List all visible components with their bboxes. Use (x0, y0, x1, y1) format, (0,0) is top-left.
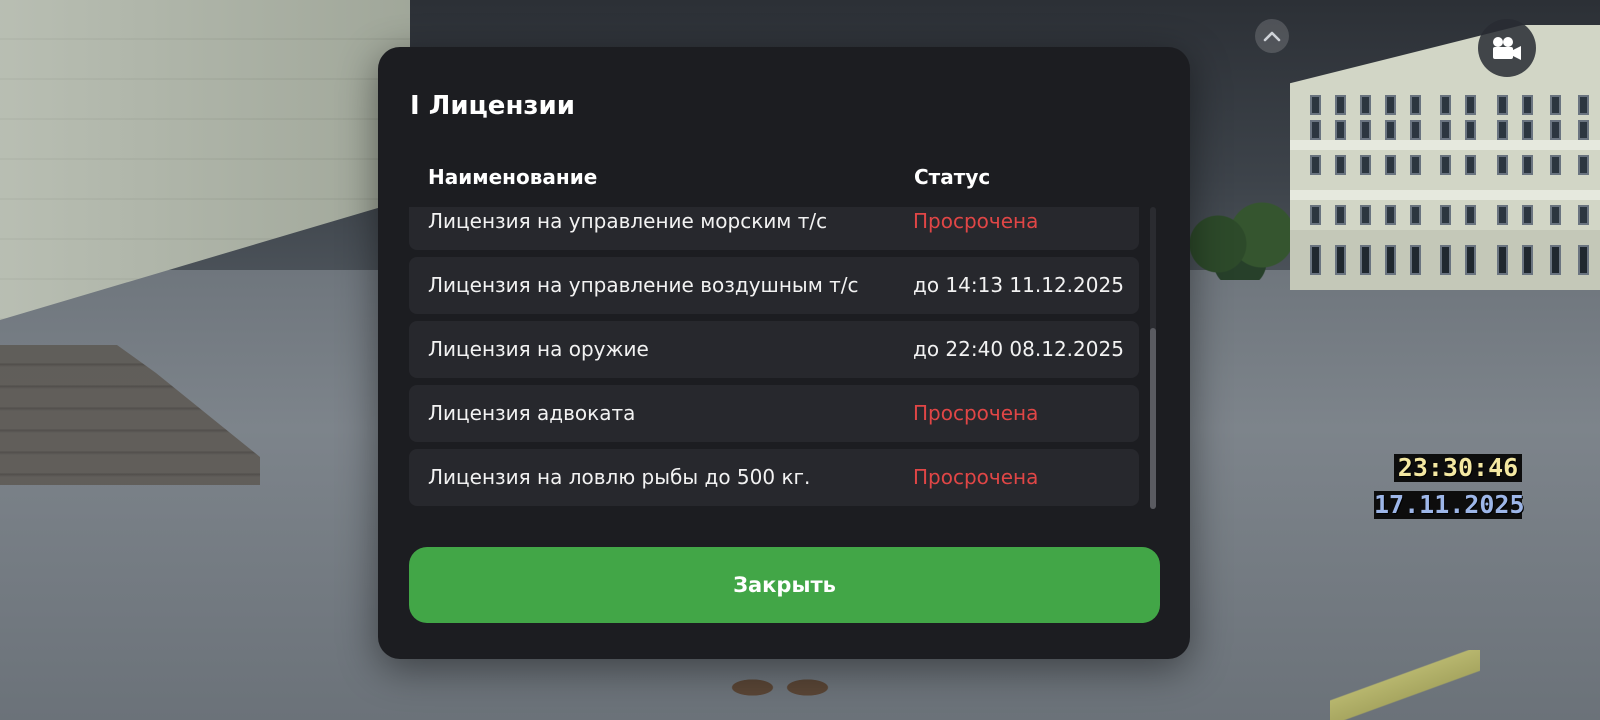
building-window (1497, 155, 1508, 175)
close-button[interactable]: Закрыть (409, 547, 1160, 623)
building-window (1465, 120, 1476, 140)
building-window (1385, 120, 1396, 140)
building-window (1578, 120, 1589, 140)
video-camera-icon (1493, 37, 1521, 60)
building-window (1410, 205, 1421, 225)
player-character-feet (725, 655, 835, 720)
building-window (1410, 120, 1421, 140)
licenses-dialog: I Лицензии Наименование Статус Лицензия … (378, 47, 1190, 659)
licenses-list[interactable]: Лицензия на управление морским т/с Проср… (409, 207, 1139, 509)
license-status: до 14:13 11.12.2025 (913, 273, 1124, 297)
chevron-up-icon (1263, 31, 1281, 42)
building-window (1578, 205, 1589, 225)
building-window (1360, 205, 1371, 225)
building-window (1385, 205, 1396, 225)
game-clock-date: 17.11.2025 (1374, 490, 1525, 519)
column-header-status: Статус (914, 165, 991, 189)
building-window (1385, 245, 1396, 275)
building-window (1440, 245, 1451, 275)
building-window (1497, 205, 1508, 225)
building-window (1550, 120, 1561, 140)
building-window (1550, 245, 1561, 275)
building-window (1335, 120, 1346, 140)
scrollbar-thumb[interactable] (1150, 328, 1156, 509)
camera-mode-button[interactable] (1478, 19, 1536, 77)
license-name: Лицензия адвоката (428, 401, 636, 425)
building-window (1497, 120, 1508, 140)
building-window (1360, 95, 1371, 115)
license-row: Лицензия на ловлю рыбы до 500 кг. Просро… (409, 449, 1139, 506)
building-window (1335, 155, 1346, 175)
building-window (1522, 120, 1533, 140)
license-name: Лицензия на управление морским т/с (428, 209, 828, 233)
game-clock-time: 23:30:46 (1394, 454, 1522, 482)
license-row: Лицензия на управление морским т/с Проср… (409, 207, 1139, 250)
column-header-name: Наименование (428, 165, 598, 189)
building-window (1310, 95, 1321, 115)
building-window (1522, 95, 1533, 115)
building-window (1410, 245, 1421, 275)
license-status: Просрочена (913, 401, 1039, 425)
license-name: Лицензия на оружие (428, 337, 649, 361)
building-window (1310, 245, 1321, 275)
building-window (1385, 155, 1396, 175)
building-window (1440, 120, 1451, 140)
building-cornice (1290, 140, 1600, 150)
dialog-title: I Лицензии (410, 91, 575, 121)
building-window (1410, 155, 1421, 175)
building-window (1440, 155, 1451, 175)
license-name: Лицензия на ловлю рыбы до 500 кг. (428, 465, 811, 489)
license-row: Лицензия на оружие до 22:40 08.12.2025 (409, 321, 1139, 378)
license-row: Лицензия на управление воздушным т/с до … (409, 257, 1139, 314)
plant-leaf (1330, 650, 1480, 720)
building-window (1465, 155, 1476, 175)
building-window (1310, 120, 1321, 140)
building-window (1335, 95, 1346, 115)
building-window (1385, 95, 1396, 115)
building-window (1360, 120, 1371, 140)
building-cornice (1290, 190, 1600, 200)
building-window (1310, 155, 1321, 175)
building-window (1522, 245, 1533, 275)
trees (1185, 190, 1295, 280)
building-window (1578, 95, 1589, 115)
license-status: до 22:40 08.12.2025 (913, 337, 1124, 361)
building-window (1335, 205, 1346, 225)
license-status: Просрочена (913, 465, 1039, 489)
building-window (1550, 155, 1561, 175)
building-window (1465, 95, 1476, 115)
building-window (1335, 245, 1346, 275)
building-window (1497, 245, 1508, 275)
building-window (1465, 205, 1476, 225)
building-window (1522, 155, 1533, 175)
building-window (1440, 95, 1451, 115)
building-window (1578, 155, 1589, 175)
building-window (1440, 205, 1451, 225)
license-row: Лицензия адвоката Просрочена (409, 385, 1139, 442)
building-window (1360, 155, 1371, 175)
building-window (1410, 95, 1421, 115)
building-window (1465, 245, 1476, 275)
building-window (1360, 245, 1371, 275)
license-status: Просрочена (913, 209, 1039, 233)
collapse-hud-button[interactable] (1255, 19, 1289, 53)
building-window (1522, 205, 1533, 225)
building-window (1578, 245, 1589, 275)
license-name: Лицензия на управление воздушным т/с (428, 273, 859, 297)
building-window (1550, 95, 1561, 115)
building-window (1550, 205, 1561, 225)
building-window (1310, 205, 1321, 225)
building-window (1497, 95, 1508, 115)
